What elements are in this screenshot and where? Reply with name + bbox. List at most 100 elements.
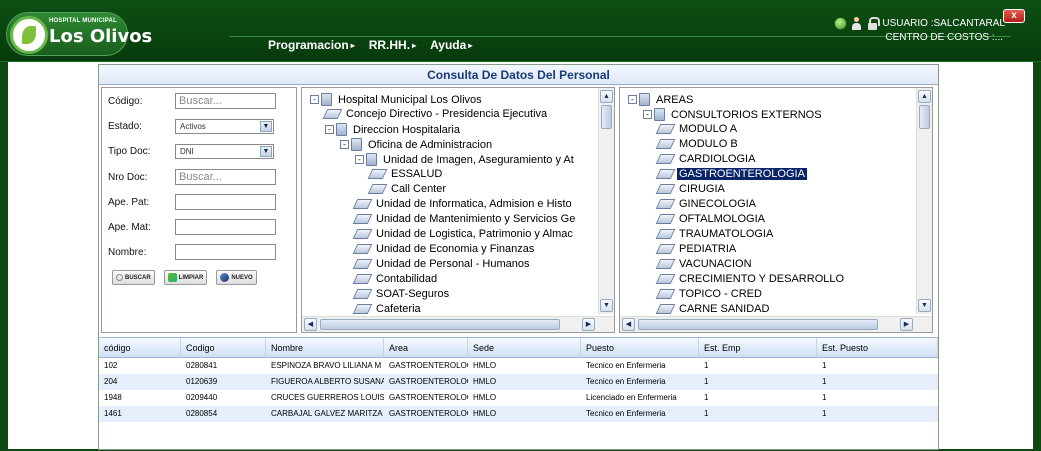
- codigo-input[interactable]: Buscar...: [175, 93, 276, 109]
- collapse-icon[interactable]: -: [340, 140, 349, 149]
- scroll-right-icon[interactable]: ▶: [582, 318, 595, 331]
- chevron-down-icon[interactable]: ▼: [260, 121, 272, 132]
- collapse-icon[interactable]: -: [628, 95, 637, 104]
- ape-mat-label: Ape. Mat:: [108, 221, 151, 233]
- areas-tree-node[interactable]: MODULO A: [655, 123, 739, 135]
- left-frame: [0, 62, 8, 451]
- clear-button[interactable]: LIMPIAR: [163, 270, 208, 285]
- scroll-right-icon[interactable]: ▶: [900, 318, 913, 331]
- user-icon[interactable]: [850, 17, 863, 30]
- column-header[interactable]: Est. Puesto: [817, 338, 938, 357]
- collapse-icon[interactable]: -: [310, 95, 319, 104]
- areas-tree-node-label: CARNE SANIDAD: [679, 303, 770, 314]
- table-cell: 1: [822, 393, 827, 402]
- scroll-up-icon[interactable]: ▲: [918, 90, 931, 103]
- nombre-input[interactable]: [175, 244, 276, 260]
- estado-select[interactable]: Activos ▼: [175, 119, 274, 134]
- org-tree-node[interactable]: - Direccion Hospitalaria: [325, 123, 462, 136]
- column-header[interactable]: Area: [384, 338, 468, 357]
- areas-tree-node-label: CIRUGIA: [679, 183, 725, 195]
- table-cell: HMLO: [473, 361, 497, 370]
- table-row[interactable]: 204 0120639 FIGUEROA ALBERTO SUSANA GASTROE…: [99, 374, 938, 390]
- scroll-thumb[interactable]: [601, 105, 612, 129]
- areas-tree-node[interactable]: TOPICO - CRED: [655, 288, 764, 300]
- close-button[interactable]: x: [1003, 9, 1025, 23]
- menu-rrhh[interactable]: RR.HH. ▸: [369, 38, 416, 52]
- areas-tree-node[interactable]: GASTROENTEROLOGIA: [655, 168, 807, 180]
- tipo-doc-select[interactable]: DNI ▼: [175, 144, 274, 159]
- column-header[interactable]: Codigo: [181, 338, 266, 357]
- ape-mat-input[interactable]: [175, 219, 276, 235]
- org-tree-node[interactable]: ESSALUD: [367, 168, 444, 180]
- menu-programacion[interactable]: Programacion ▸: [268, 38, 355, 52]
- column-header[interactable]: Nombre: [266, 338, 384, 357]
- table-row[interactable]: 1461 0280854 CARBAJAL GALVEZ MARITZA GASTRO…: [99, 406, 938, 422]
- table-cell: 204: [104, 377, 118, 386]
- org-tree-node[interactable]: Unidad de Logistica, Patrimonio y Almac: [352, 228, 575, 240]
- areas-tree-node[interactable]: OFTALMOLOGIA: [655, 213, 767, 225]
- org-tree-node-label: Direccion Hospitalaria: [353, 123, 460, 136]
- areas-tree-node[interactable]: - AREAS: [628, 93, 695, 106]
- scroll-left-icon[interactable]: ◀: [622, 318, 635, 331]
- chevron-down-icon[interactable]: ▼: [260, 146, 272, 157]
- org-tree-node[interactable]: Concejo Directivo - Presidencia Ejecutiv…: [322, 108, 549, 120]
- user-name: USUARIO :SALCANTARAL: [882, 18, 1005, 29]
- org-tree-node[interactable]: - Unidad de Imagen, Aseguramiento y At: [355, 153, 576, 166]
- ape-pat-input[interactable]: [175, 194, 276, 210]
- globe-icon[interactable]: [834, 17, 848, 30]
- areas-tree-node-label: AREAS: [656, 93, 694, 106]
- areas-tree-node[interactable]: - CONSULTORIOS EXTERNOS: [643, 108, 824, 121]
- horizontal-scrollbar[interactable]: ◀ ▶: [620, 316, 932, 332]
- estado-label: Estado:: [108, 121, 142, 132]
- areas-tree-node[interactable]: VACUNACION: [655, 258, 754, 270]
- scroll-thumb[interactable]: [919, 105, 930, 129]
- org-tree-node[interactable]: Cafeteria: [352, 303, 423, 314]
- document-icon: [655, 229, 676, 239]
- column-header[interactable]: Sede: [468, 338, 581, 357]
- column-header[interactable]: Est. Emp: [699, 338, 817, 357]
- search-button[interactable]: BUSCAR: [112, 270, 155, 285]
- areas-tree-node[interactable]: CIRUGIA: [655, 183, 727, 195]
- org-tree-node[interactable]: Call Center: [367, 183, 448, 195]
- scroll-up-icon[interactable]: ▲: [600, 90, 613, 103]
- areas-tree-node[interactable]: CARNE SANIDAD: [655, 303, 771, 314]
- document-icon: [655, 244, 676, 254]
- org-tree-node[interactable]: Unidad de Economia y Finanzas: [352, 243, 536, 255]
- collapse-icon[interactable]: -: [325, 125, 334, 134]
- scroll-thumb[interactable]: [638, 319, 878, 330]
- areas-tree-node[interactable]: CRECIMIENTO Y DESARROLLO: [655, 273, 846, 285]
- org-tree-node[interactable]: - Hospital Municipal Los Olivos: [310, 93, 484, 106]
- table-row[interactable]: 102 0280841 ESPINOZA BRAVO LILIANA M GASTRO…: [99, 358, 938, 374]
- lock-icon[interactable]: [866, 17, 881, 30]
- areas-tree-node[interactable]: GINECOLOGIA: [655, 198, 758, 210]
- areas-tree-node[interactable]: CARDIOLOGIA: [655, 153, 757, 165]
- column-header[interactable]: Puesto: [581, 338, 699, 357]
- new-button[interactable]: NUEVO: [216, 270, 257, 285]
- org-tree-node[interactable]: SOAT-Seguros: [352, 288, 451, 300]
- horizontal-scrollbar[interactable]: ◀ ▶: [302, 316, 614, 332]
- nro-doc-input[interactable]: Buscar...: [175, 169, 276, 185]
- column-header[interactable]: código: [99, 338, 181, 357]
- vertical-scrollbar[interactable]: ▲ ▼: [916, 88, 932, 314]
- menu-ayuda[interactable]: Ayuda ▸: [430, 38, 472, 52]
- collapse-icon[interactable]: -: [355, 155, 364, 164]
- scroll-down-icon[interactable]: ▼: [600, 299, 613, 312]
- areas-tree-node[interactable]: PEDIATRIA: [655, 243, 738, 255]
- org-tree-node[interactable]: Contabilidad: [352, 273, 439, 285]
- table-cell: 0280854: [186, 409, 218, 418]
- scroll-down-icon[interactable]: ▼: [918, 299, 931, 312]
- org-tree-node-label: Cafeteria: [376, 303, 421, 314]
- scroll-left-icon[interactable]: ◀: [304, 318, 317, 331]
- collapse-icon[interactable]: -: [643, 110, 652, 119]
- org-tree-node[interactable]: - Oficina de Administracion: [340, 138, 494, 151]
- org-tree-node[interactable]: Unidad de Personal - Humanos: [352, 258, 531, 270]
- org-tree-node[interactable]: Unidad de Informatica, Admision e Histo: [352, 198, 574, 210]
- areas-tree-node[interactable]: MODULO B: [655, 138, 740, 150]
- org-tree-node[interactable]: Unidad de Mantenimiento y Servicios Ge: [352, 213, 577, 225]
- document-icon: [352, 289, 373, 299]
- table-row[interactable]: 1948 0209440 CRUCES GUERREROS LOUIS GASTROE…: [99, 390, 938, 406]
- scroll-thumb[interactable]: [320, 319, 560, 330]
- areas-tree-node[interactable]: TRAUMATOLOGIA: [655, 228, 775, 240]
- organization-tree-body: - Hospital Municipal Los Olivos Concejo Di…: [302, 88, 596, 314]
- vertical-scrollbar[interactable]: ▲ ▼: [598, 88, 614, 314]
